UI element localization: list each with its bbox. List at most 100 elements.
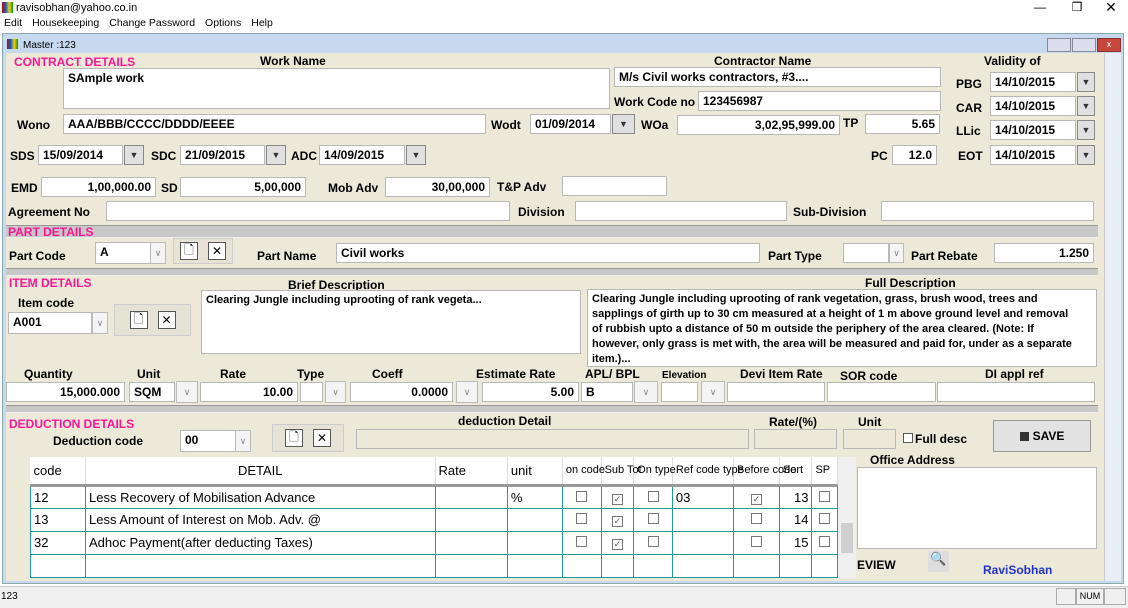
tp-adv-field[interactable]	[562, 176, 667, 196]
column-header[interactable]: On type	[633, 457, 676, 485]
child-minimize-button[interactable]	[1047, 38, 1071, 52]
pbg-date-field[interactable]: 14/10/2015	[990, 72, 1076, 92]
eot-dropdown-icon[interactable]: ▼	[1077, 145, 1095, 165]
child-restore-button[interactable]	[1072, 38, 1096, 52]
coeff-chevron-down-icon[interactable]: ∨	[456, 381, 478, 403]
division-field[interactable]	[575, 201, 787, 221]
column-header[interactable]: SP	[811, 457, 838, 485]
column-header[interactable]: code	[30, 457, 87, 485]
elevation-chevron-down-icon[interactable]: ∨	[701, 381, 725, 403]
sub-tot-checkbox[interactable]: ✓	[611, 516, 623, 527]
sub-tot-checkbox[interactable]: ✓	[611, 493, 623, 505]
tp-field[interactable]: 5.65	[865, 114, 940, 134]
close-button[interactable]: ✕	[1096, 0, 1126, 16]
work-code-field[interactable]: 123456987	[698, 91, 941, 111]
full-desc-checkbox[interactable]	[903, 433, 913, 443]
before-code-checkbox[interactable]	[750, 513, 762, 524]
part-type-chevron-down-icon[interactable]: ∨	[889, 243, 904, 263]
sds-dropdown-icon[interactable]: ▼	[124, 145, 144, 165]
sd-field[interactable]: 5,00,000	[180, 177, 306, 197]
apl-bpl-combo[interactable]: B	[581, 382, 633, 402]
office-address-field[interactable]	[857, 467, 1097, 549]
deduction-code-chevron-down-icon[interactable]: ∨	[235, 430, 251, 452]
rate-field[interactable]: 10.00	[200, 382, 298, 402]
minimize-button[interactable]: —	[1025, 0, 1055, 14]
pbg-dropdown-icon[interactable]: ▼	[1077, 72, 1095, 92]
part-code-combo[interactable]: A	[95, 242, 151, 264]
emd-field[interactable]: 1,00,000.00	[41, 177, 156, 197]
adc-date-field[interactable]: 14/09/2015	[319, 145, 405, 165]
column-header[interactable]: unit	[507, 457, 563, 485]
devi-item-rate-field[interactable]	[727, 382, 825, 402]
table-row[interactable]: 12 Less Recovery of Mobilisation Advance%…	[30, 484, 838, 509]
estimate-rate-field[interactable]: 5.00	[482, 382, 579, 402]
car-dropdown-icon[interactable]: ▼	[1077, 96, 1095, 116]
agreement-no-field[interactable]	[106, 201, 510, 221]
pc-field[interactable]: 12.0	[892, 145, 937, 165]
sub-tot-checkbox[interactable]: ✓	[611, 539, 623, 550]
full-description-field[interactable]: Clearing Jungle including uprooting of r…	[587, 289, 1097, 367]
wodt-date-field[interactable]: 01/09/2014	[530, 114, 611, 134]
elevation-combo[interactable]	[661, 382, 698, 402]
table-row-empty[interactable]	[30, 553, 838, 578]
type-combo[interactable]	[300, 382, 323, 402]
apl-bpl-chevron-down-icon[interactable]: ∨	[634, 381, 658, 403]
column-header[interactable]: Before code	[733, 457, 796, 485]
sp-checkbox[interactable]	[819, 513, 831, 524]
item-code-chevron-down-icon[interactable]: ∨	[92, 312, 108, 334]
column-header[interactable]: DETAIL	[85, 457, 436, 485]
on-code-checkbox[interactable]	[576, 513, 588, 524]
unit-chevron-down-icon[interactable]: ∨	[176, 381, 198, 403]
contractor-name-field[interactable]: M/s Civil works contractors, #3....	[614, 67, 941, 87]
wono-field[interactable]: AAA/BBB/CCCC/DDDD/EEEE	[63, 114, 486, 134]
sub-division-field[interactable]	[881, 201, 1094, 221]
part-name-field[interactable]: Civil works	[336, 243, 760, 263]
on-type-checkbox[interactable]	[647, 513, 659, 524]
column-header[interactable]: Sort	[779, 457, 813, 485]
sor-code-field[interactable]	[827, 382, 936, 402]
save-button[interactable]: SAVE	[993, 420, 1091, 452]
llic-date-field[interactable]: 14/10/2015	[990, 120, 1076, 140]
coeff-field[interactable]: 0.0000	[350, 382, 453, 402]
di-appl-ref-field[interactable]	[937, 382, 1095, 402]
deduction-grid[interactable]: code DETAIL Rate unit on code Sub Tot On type R…	[30, 457, 856, 578]
before-code-checkbox[interactable]: ✓	[750, 493, 762, 505]
mob-adv-field[interactable]: 30,00,000	[385, 177, 490, 197]
part-code-chevron-down-icon[interactable]: ∨	[150, 242, 166, 264]
delete-x-icon[interactable]: ✕	[157, 311, 176, 329]
part-rebate-field[interactable]: 1.250	[994, 243, 1094, 263]
woa-field[interactable]: 3,02,95,999.00	[677, 115, 840, 135]
new-document-icon[interactable]: 🗋	[129, 311, 148, 329]
car-date-field[interactable]: 14/10/2015	[990, 96, 1076, 116]
work-name-field[interactable]: SAmple work	[63, 68, 610, 109]
item-code-combo[interactable]: A001	[8, 312, 92, 334]
llic-dropdown-icon[interactable]: ▼	[1077, 120, 1095, 140]
adc-dropdown-icon[interactable]: ▼	[406, 145, 426, 165]
deduction-code-combo[interactable]: 00	[180, 430, 236, 452]
sdc-dropdown-icon[interactable]: ▼	[266, 145, 286, 165]
new-document-icon[interactable]: 🗋	[180, 242, 198, 260]
restore-button[interactable]: ❐	[1062, 0, 1092, 14]
menu-item-help[interactable]: Help	[251, 17, 273, 29]
table-row[interactable]: 13 Less Amount of Interest on Mob. Adv. @…	[30, 507, 838, 532]
column-header[interactable]: Rate	[435, 457, 508, 485]
column-header[interactable]: on code	[562, 457, 605, 485]
sp-checkbox[interactable]	[819, 536, 831, 547]
column-header[interactable]: Sub Tot	[601, 457, 642, 485]
eot-date-field[interactable]: 14/10/2015	[990, 145, 1076, 165]
sds-date-field[interactable]: 15/09/2014	[38, 145, 123, 165]
form-scrollbar[interactable]	[1104, 53, 1121, 581]
delete-x-icon[interactable]: ✕	[208, 242, 226, 260]
menu-item-change-password[interactable]: Change Password	[109, 17, 195, 29]
part-type-combo[interactable]	[843, 243, 889, 263]
before-code-checkbox[interactable]	[750, 536, 762, 547]
table-row[interactable]: 32 Adhoc Payment(after deducting Taxes) ✓ 1…	[30, 530, 838, 555]
child-close-button[interactable]: x	[1097, 38, 1121, 52]
menu-item-options[interactable]: Options	[205, 17, 241, 29]
on-code-checkbox[interactable]	[576, 536, 588, 547]
menu-item-edit[interactable]: Edit	[4, 17, 22, 29]
delete-x-icon[interactable]: ✕	[313, 429, 331, 447]
column-header[interactable]: Ref code type	[672, 457, 744, 485]
brief-description-field[interactable]: Clearing Jungle including uprooting of r…	[201, 290, 581, 354]
sdc-date-field[interactable]: 21/09/2015	[180, 145, 265, 165]
